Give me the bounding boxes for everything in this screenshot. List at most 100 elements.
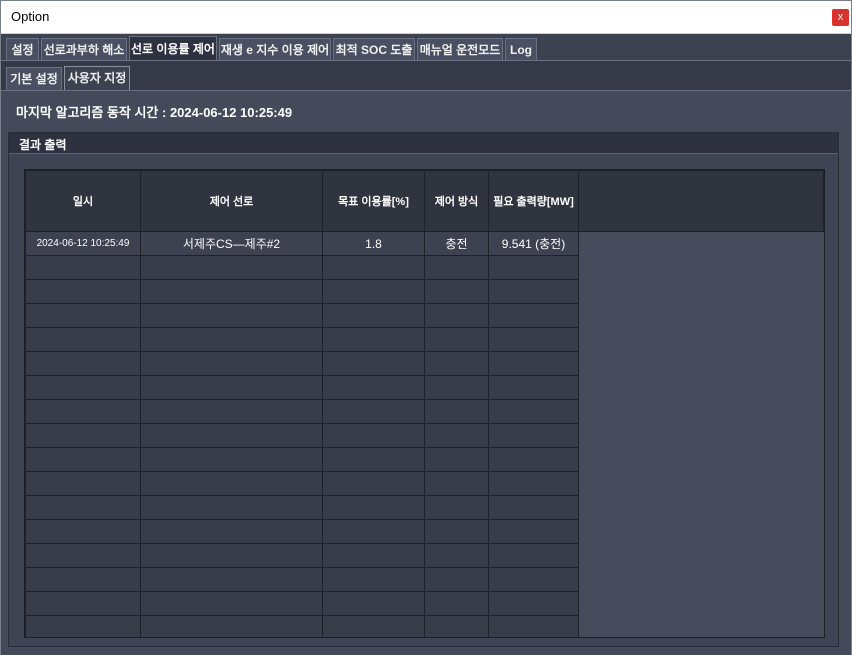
tab-manual-mode[interactable]: 매뉴얼 운전모드 <box>417 38 503 60</box>
empty-cell <box>140 519 323 544</box>
empty-cell <box>488 591 579 616</box>
empty-cell <box>140 615 323 637</box>
result-table: 일시 제어 선로 목표 이용률[%] 제어 방식 필요 출력량[MW] 2024… <box>25 170 579 637</box>
table-row-empty[interactable] <box>25 519 579 544</box>
empty-cell <box>25 615 141 637</box>
table-row[interactable]: 2024-06-12 10:25:49 서제주CS—제주#2 1.8 충전 9.… <box>25 231 579 256</box>
empty-cell <box>488 615 579 637</box>
empty-cell <box>322 615 425 637</box>
empty-cell <box>322 423 425 448</box>
empty-cell <box>322 519 425 544</box>
empty-cell <box>424 327 489 352</box>
sub-tab-bar: 기본 설정 사용자 지정 <box>1 61 851 90</box>
empty-cell <box>25 327 141 352</box>
empty-cell <box>140 591 323 616</box>
window-title: Option <box>11 9 50 24</box>
main-tab-bar: 설정 선로과부하 해소 선로 이용률 제어 재생 e 지수 이용 제어 최적 S… <box>1 34 851 61</box>
table-row-empty[interactable] <box>25 591 579 616</box>
empty-cell <box>322 447 425 472</box>
empty-cell <box>140 447 323 472</box>
empty-cell <box>322 351 425 376</box>
empty-cell <box>25 567 141 592</box>
empty-cell <box>488 375 579 400</box>
empty-cell <box>322 255 425 280</box>
empty-cell <box>322 399 425 424</box>
empty-cell <box>488 543 579 568</box>
empty-cell <box>140 327 323 352</box>
empty-cell <box>424 279 489 304</box>
table-row-empty[interactable] <box>25 351 579 376</box>
empty-cell <box>140 255 323 280</box>
empty-cell <box>424 519 489 544</box>
empty-cell <box>25 351 141 376</box>
group-title: 결과 출력 <box>19 138 67 152</box>
empty-cell <box>488 351 579 376</box>
tab-renewable-index-control[interactable]: 재생 e 지수 이용 제어 <box>219 38 331 60</box>
table-header-row: 일시 제어 선로 목표 이용률[%] 제어 방식 필요 출력량[MW] <box>25 170 579 232</box>
empty-cell <box>140 567 323 592</box>
table-row-empty[interactable] <box>25 279 579 304</box>
table-row-empty[interactable] <box>25 543 579 568</box>
table-row-empty[interactable] <box>25 495 579 520</box>
empty-cell <box>140 471 323 496</box>
empty-cell <box>25 495 141 520</box>
empty-cell <box>488 567 579 592</box>
empty-cell <box>322 591 425 616</box>
empty-cell <box>424 255 489 280</box>
close-button[interactable]: x <box>832 9 849 26</box>
table-row-empty[interactable] <box>25 399 579 424</box>
cell-required-output: 9.541 (충전) <box>488 231 579 256</box>
table-row-empty[interactable] <box>25 447 579 472</box>
cell-control-line: 서제주CS—제주#2 <box>140 231 323 256</box>
empty-cell <box>322 279 425 304</box>
column-header-required-output[interactable]: 필요 출력량[MW] <box>488 170 579 232</box>
column-header-control-line[interactable]: 제어 선로 <box>140 170 323 232</box>
table-row-empty[interactable] <box>25 375 579 400</box>
empty-cell <box>488 279 579 304</box>
empty-cell <box>25 471 141 496</box>
table-row-empty[interactable] <box>25 327 579 352</box>
empty-cell <box>424 399 489 424</box>
cell-control-method: 충전 <box>424 231 489 256</box>
empty-cell <box>140 279 323 304</box>
tab-line-overload-relief[interactable]: 선로과부하 해소 <box>41 38 127 60</box>
table-row-empty[interactable] <box>25 615 579 637</box>
empty-cell <box>322 567 425 592</box>
cell-datetime: 2024-06-12 10:25:49 <box>25 231 141 256</box>
grid-empty-header <box>578 170 824 232</box>
empty-cell <box>25 303 141 328</box>
tab-log[interactable]: Log <box>505 38 537 60</box>
table-row-empty[interactable] <box>25 423 579 448</box>
empty-cell <box>322 495 425 520</box>
table-row-empty[interactable] <box>25 303 579 328</box>
column-header-target-utilization[interactable]: 목표 이용률[%] <box>322 170 425 232</box>
tab-content: 마지막 알고리즘 동작 시간 : 2024-06-12 10:25:49 결과 … <box>1 90 851 655</box>
empty-cell <box>424 567 489 592</box>
result-grid[interactable]: 일시 제어 선로 목표 이용률[%] 제어 방식 필요 출력량[MW] 2024… <box>24 169 825 638</box>
table-row-empty[interactable] <box>25 255 579 280</box>
empty-cell <box>25 447 141 472</box>
empty-cell <box>25 519 141 544</box>
empty-cell <box>25 399 141 424</box>
empty-cell <box>25 375 141 400</box>
table-row-empty[interactable] <box>25 567 579 592</box>
grid-empty-area <box>578 170 824 637</box>
subtab-basic-settings[interactable]: 기본 설정 <box>6 67 62 90</box>
empty-cell <box>424 495 489 520</box>
empty-cell <box>488 255 579 280</box>
tab-settings[interactable]: 설정 <box>6 38 39 60</box>
column-header-control-method[interactable]: 제어 방식 <box>424 170 489 232</box>
empty-cell <box>140 543 323 568</box>
empty-cell <box>25 543 141 568</box>
empty-cell <box>25 591 141 616</box>
empty-cell <box>424 591 489 616</box>
table-row-empty[interactable] <box>25 471 579 496</box>
tab-optimal-soc[interactable]: 최적 SOC 도출 <box>333 38 415 60</box>
last-run-time: 마지막 알고리즘 동작 시간 : 2024-06-12 10:25:49 <box>16 105 293 120</box>
empty-cell <box>424 447 489 472</box>
column-header-datetime[interactable]: 일시 <box>25 170 141 232</box>
tab-line-utilization-control[interactable]: 선로 이용률 제어 <box>129 36 217 61</box>
empty-cell <box>140 495 323 520</box>
empty-cell <box>140 375 323 400</box>
subtab-user-defined[interactable]: 사용자 지정 <box>64 66 130 90</box>
